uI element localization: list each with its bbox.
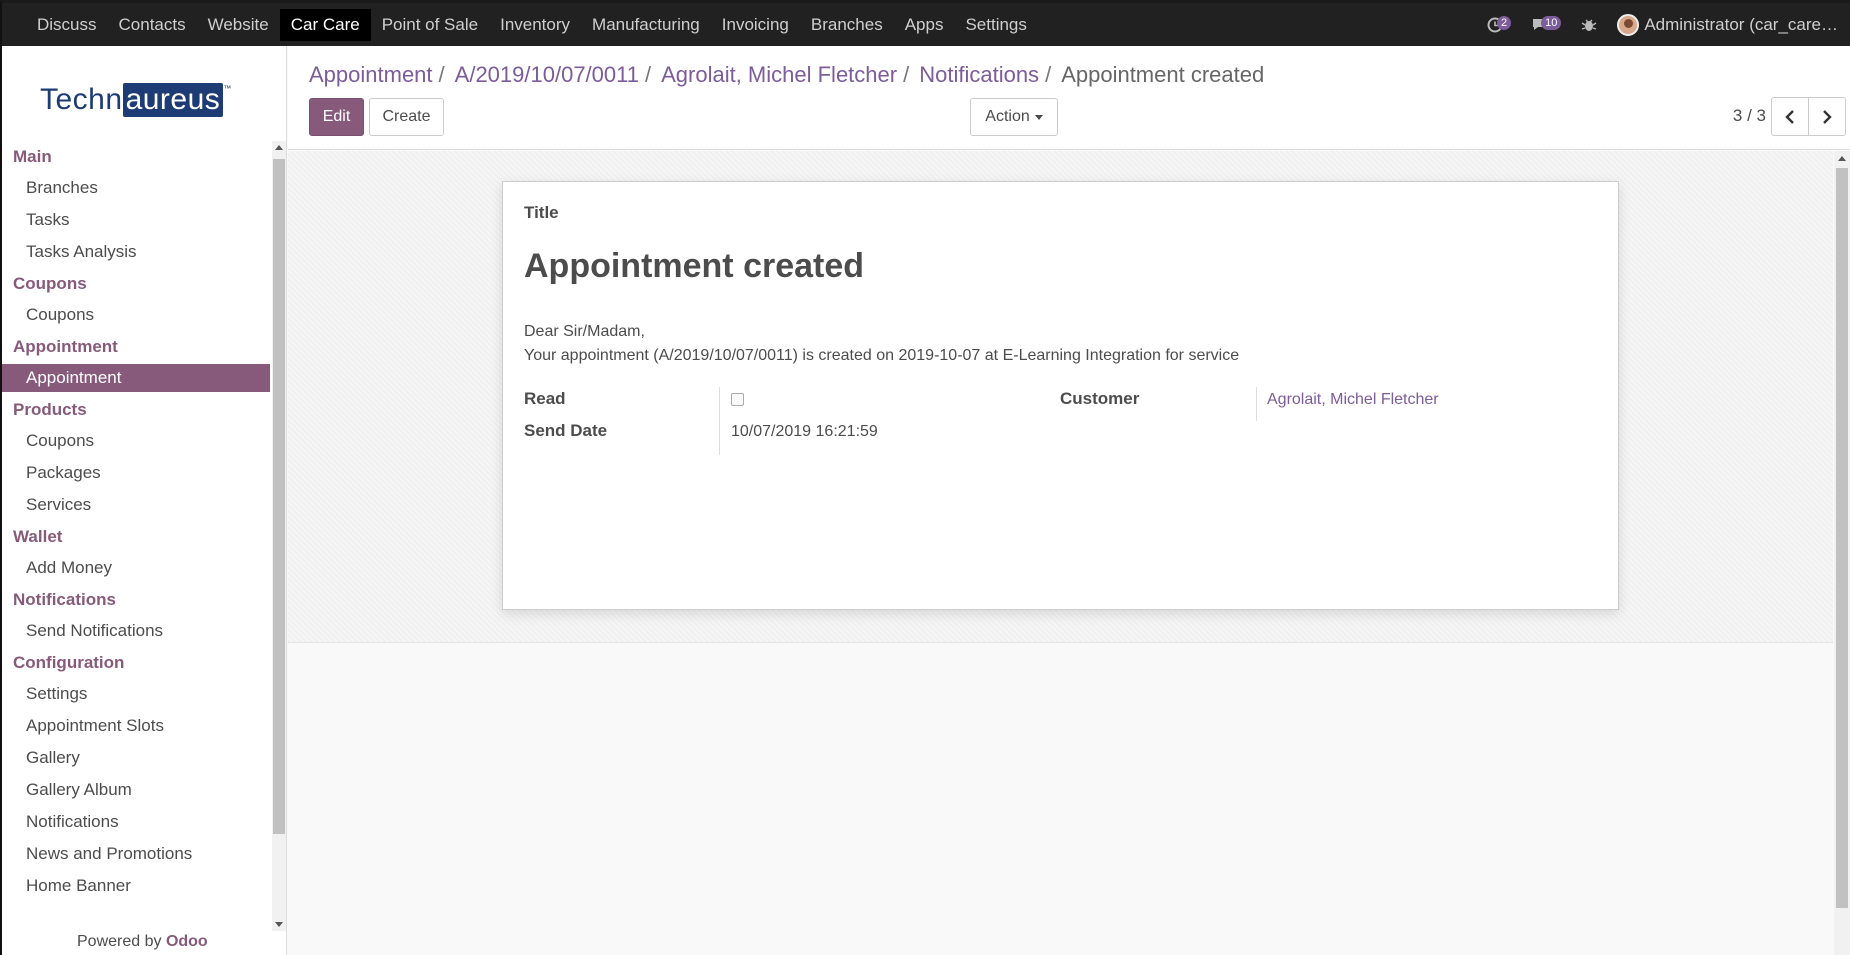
messages-count-badge: 10 [1541, 15, 1562, 30]
main-scrollbar[interactable] [1834, 151, 1850, 955]
debug-menu[interactable] [1581, 17, 1597, 33]
sidebar-section-appointment: Appointment [13, 337, 118, 356]
sidebar-item-branches[interactable]: Branches [2, 172, 270, 204]
menu-item-contacts[interactable]: Contacts [108, 9, 197, 41]
sidebar-scrollbar[interactable] [272, 141, 286, 931]
odoo-link[interactable]: Odoo [166, 933, 208, 950]
sidebar-item-product-coupons[interactable]: Coupons [2, 425, 270, 457]
activity-menu[interactable]: 2 [1487, 15, 1512, 33]
send-date-value: 10/07/2019 16:21:59 [731, 423, 878, 440]
menu-item-branches[interactable]: Branches [800, 9, 894, 41]
top-navbar: Discuss Contacts Website Car Care Point … [0, 0, 1850, 46]
menu-item-inventory[interactable]: Inventory [489, 9, 581, 41]
menu-item-invoicing[interactable]: Invoicing [711, 9, 800, 41]
powered-by: Powered by Odoo [77, 933, 208, 950]
avatar [1617, 13, 1640, 36]
menu-item-manufacturing[interactable]: Manufacturing [581, 9, 711, 41]
sidebar-scroll-thumb[interactable] [273, 159, 285, 834]
sidebar-item-appointment[interactable]: Appointment [2, 364, 270, 392]
control-panel: Appointment / A/2019/10/07/0011/ Agrolait… [288, 46, 1850, 150]
customer-link[interactable]: Agrolait, Michel Fletcher [1267, 391, 1439, 409]
sidebar-item-tasks[interactable]: Tasks [2, 204, 270, 236]
menu-item-car-care[interactable]: Car Care [279, 8, 371, 41]
user-menu[interactable]: Administrator (car_care… [1617, 13, 1838, 36]
form-sheet: Title Appointment created Dear Sir/Madam… [502, 181, 1619, 610]
chevron-right-icon [1823, 109, 1832, 124]
form-sheet-background: Title Appointment created Dear Sir/Madam… [288, 151, 1833, 643]
customer-divider [1256, 387, 1257, 421]
sidebar-section-configuration: Configuration [13, 653, 125, 672]
company-logo: Techn aureus ™ [40, 83, 232, 117]
sidebar-item-coupons[interactable]: Coupons [2, 299, 270, 331]
sidebar-menu: Main Branches Tasks Tasks Analysis Coupo… [2, 141, 270, 931]
sidebar-section-wallet: Wallet [13, 527, 63, 546]
sidebar-item-packages[interactable]: Packages [2, 457, 270, 489]
breadcrumb-notifications[interactable]: Notifications [919, 62, 1039, 88]
sidebar-item-services[interactable]: Services [2, 489, 270, 521]
menu-item-website[interactable]: Website [197, 9, 280, 41]
user-name: Administrator (car_care… [1644, 14, 1838, 34]
label-divider [719, 387, 720, 455]
sidebar-item-settings[interactable]: Settings [2, 678, 270, 710]
breadcrumb-current: Appointment created [1061, 62, 1265, 87]
breadcrumb-customer[interactable]: Agrolait, Michel Fletcher [661, 62, 897, 88]
sidebar-item-send-notifications[interactable]: Send Notifications [2, 615, 270, 647]
action-dropdown[interactable]: Action [970, 98, 1058, 136]
scroll-up-icon[interactable] [275, 145, 283, 150]
sidebar-item-add-money[interactable]: Add Money [2, 552, 270, 584]
sidebar-section-products: Products [13, 400, 87, 419]
activity-count-badge: 2 [1496, 15, 1512, 30]
sidebar-item-notifications[interactable]: Notifications [2, 806, 270, 838]
sidebar-item-gallery[interactable]: Gallery [2, 742, 270, 774]
menu-item-apps[interactable]: Apps [894, 9, 955, 41]
pager-previous-button[interactable] [1771, 97, 1809, 136]
sidebar: Techn aureus ™ Main Branches Tasks Tasks A… [0, 46, 287, 955]
chevron-left-icon [1785, 109, 1794, 124]
send-date-label: Send Date [524, 421, 608, 440]
caret-down-icon [1034, 114, 1043, 120]
breadcrumb: Appointment / A/2019/10/07/0011/ Agrolait… [309, 62, 1265, 88]
customer-label: Customer [1060, 389, 1140, 408]
sidebar-item-gallery-album[interactable]: Gallery Album [2, 774, 270, 806]
app-menu: Discuss Contacts Website Car Care Point … [2, 3, 1038, 46]
messages-menu[interactable]: 10 [1531, 15, 1562, 32]
sidebar-section-main: Main [13, 147, 52, 166]
title-label: Title [524, 203, 559, 222]
pager-next-button[interactable] [1808, 97, 1846, 136]
sidebar-section-notifications: Notifications [13, 590, 116, 609]
form-view: Title Appointment created Dear Sir/Madam… [288, 151, 1833, 955]
message-line-1: Dear Sir/Madam, [524, 323, 645, 340]
pager-value[interactable]: 3 / 3 [1733, 106, 1766, 126]
breadcrumb-appointment-record[interactable]: A/2019/10/07/0011 [455, 62, 639, 88]
create-button[interactable]: Create [369, 98, 444, 136]
message-body: Dear Sir/Madam, Your appointment (A/2019… [524, 320, 1239, 368]
scroll-up-icon[interactable] [1838, 156, 1846, 161]
edit-button[interactable]: Edit [309, 98, 364, 136]
scroll-down-icon[interactable] [275, 922, 283, 927]
message-line-2: Your appointment (A/2019/10/07/0011) is … [524, 347, 1240, 364]
title-value: Appointment created [524, 247, 865, 285]
main-scroll-thumb[interactable] [1836, 168, 1848, 908]
sidebar-section-coupons: Coupons [13, 274, 87, 293]
bug-icon [1581, 19, 1597, 31]
sidebar-item-home-banner[interactable]: Home Banner [2, 870, 270, 902]
menu-item-point-of-sale[interactable]: Point of Sale [371, 9, 489, 41]
read-checkbox[interactable] [731, 393, 744, 406]
menu-item-discuss[interactable]: Discuss [26, 9, 108, 41]
read-label: Read [524, 389, 566, 408]
sidebar-item-tasks-analysis[interactable]: Tasks Analysis [2, 236, 270, 268]
sidebar-item-news-and-promotions[interactable]: News and Promotions [2, 838, 270, 870]
sidebar-item-appointment-slots[interactable]: Appointment Slots [2, 710, 270, 742]
breadcrumb-appointment[interactable]: Appointment [309, 62, 433, 88]
action-label: Action [985, 108, 1030, 125]
menu-item-settings[interactable]: Settings [954, 9, 1037, 41]
